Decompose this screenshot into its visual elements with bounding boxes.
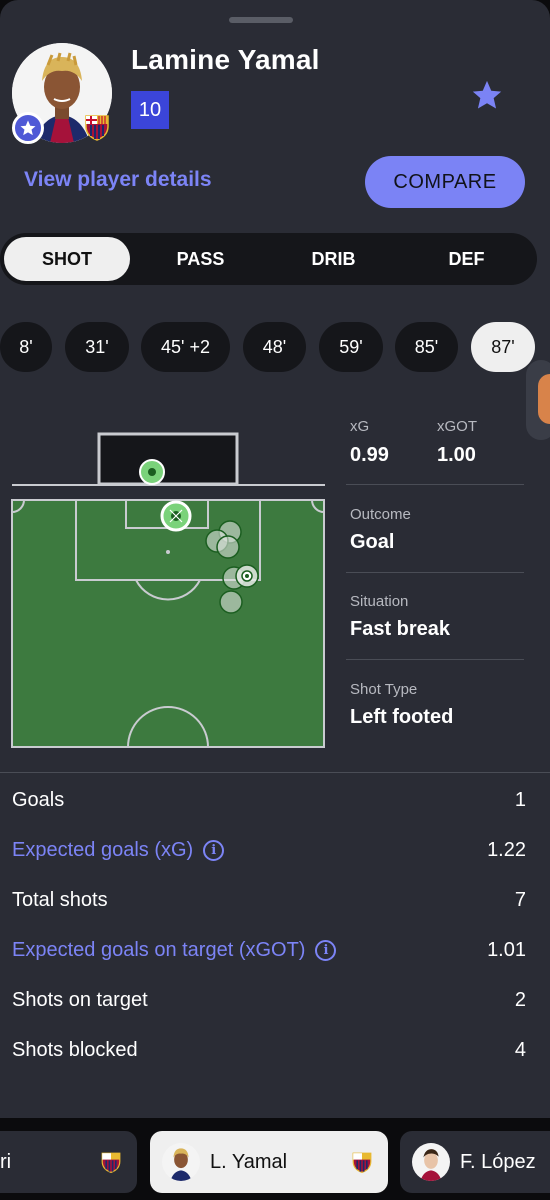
stat-label: Goals	[12, 788, 65, 811]
divider	[346, 484, 524, 485]
minute-chip[interactable]: 85'	[395, 322, 458, 372]
player-card-name: L. Yamal	[210, 1150, 288, 1173]
stat-value: 1.01	[487, 938, 526, 961]
stat-row-xgot[interactable]: Expected goals on target (xGOT) i 1.01	[12, 935, 526, 965]
stat-row-total-shots: Total shots 7	[12, 885, 526, 915]
stat-row-shots-blocked: Shots blocked 4	[12, 1035, 526, 1065]
stat-label: Expected goals (xG)	[12, 838, 194, 861]
selected-shot-football-icon	[160, 500, 192, 532]
view-player-details-link[interactable]: View player details	[24, 168, 212, 192]
minute-chip[interactable]: 59'	[319, 322, 383, 372]
stat-value: 1.22	[487, 838, 526, 861]
divider	[346, 572, 524, 573]
xg-value: 0.99	[350, 444, 389, 466]
xg-label: xG	[350, 418, 370, 435]
stat-value: 7	[514, 888, 526, 911]
player-sheet: Lamine Yamal 10 View player details COMP…	[0, 0, 550, 1118]
outcome-label: Outcome	[350, 506, 411, 523]
player-card[interactable]: F. López	[400, 1131, 550, 1193]
situation-value: Fast break	[350, 618, 451, 640]
club-crest-icon	[101, 1152, 121, 1174]
shirt-number-badge: 10	[131, 91, 169, 129]
info-icon[interactable]: i	[203, 839, 225, 861]
divider	[346, 659, 524, 660]
shot-marker-goal-alt	[235, 564, 259, 588]
stat-label: Expected goals on target (xGOT)	[12, 938, 306, 961]
tab-drib[interactable]: DRIB	[267, 237, 400, 281]
info-icon[interactable]: i	[315, 939, 337, 961]
tab-shot[interactable]: SHOT	[4, 237, 130, 281]
avatar	[162, 1143, 200, 1181]
stat-label: Shots on target	[12, 988, 148, 1011]
side-panel-peek[interactable]	[526, 360, 550, 440]
stat-value: 1	[514, 788, 526, 811]
player-switcher: ri L. Yamal F. López	[0, 1118, 550, 1200]
stat-value: 2	[514, 988, 526, 1011]
stat-row-xg[interactable]: Expected goals (xG) i 1.22	[12, 835, 526, 865]
shot-type-label: Shot Type	[350, 681, 418, 698]
minute-chip[interactable]: 8'	[0, 322, 52, 372]
star-badge-icon	[12, 112, 44, 144]
drag-handle[interactable]	[229, 17, 293, 23]
shot-minute-selector: 8' 31' 45' +2 48' 59' 85' 87'	[0, 322, 550, 372]
compare-button[interactable]: COMPARE	[365, 156, 525, 208]
xgot-value: 1.00	[437, 444, 476, 466]
stat-value: 4	[514, 1038, 526, 1061]
stat-label: Total shots	[12, 888, 108, 911]
situation-label: Situation	[350, 593, 409, 610]
stat-row-shots-on-target: Shots on target 2	[12, 985, 526, 1015]
xgot-label: xGOT	[437, 418, 477, 435]
shot-type-value: Left footed	[350, 706, 454, 728]
club-crest-icon	[352, 1152, 372, 1174]
goal-frame	[97, 432, 239, 486]
club-crest-icon	[82, 112, 112, 142]
star-icon[interactable]	[470, 78, 504, 112]
minute-chip[interactable]: 45' +2	[141, 322, 230, 372]
football-icon	[139, 459, 165, 485]
minute-chip[interactable]: 31'	[65, 322, 129, 372]
stat-label: Shots blocked	[12, 1038, 138, 1061]
shot-map	[0, 420, 340, 760]
minute-chip[interactable]: 48'	[243, 322, 306, 372]
stat-category-tabs: SHOT PASS DRIB DEF	[0, 233, 537, 285]
player-name: Lamine Yamal	[131, 44, 320, 75]
outcome-value: Goal	[350, 531, 395, 553]
tab-def[interactable]: DEF	[400, 237, 533, 281]
stat-row-goals: Goals 1	[12, 785, 526, 815]
player-card[interactable]: ri	[0, 1131, 137, 1193]
player-card-selected[interactable]: L. Yamal	[150, 1131, 388, 1193]
player-card-name: F. López	[460, 1150, 536, 1173]
pitch-surface	[11, 499, 325, 748]
tab-pass[interactable]: PASS	[134, 237, 267, 281]
player-card-name: ri	[0, 1150, 12, 1173]
avatar	[412, 1143, 450, 1181]
minute-chip-selected[interactable]: 87'	[471, 322, 535, 372]
section-divider	[0, 772, 550, 773]
